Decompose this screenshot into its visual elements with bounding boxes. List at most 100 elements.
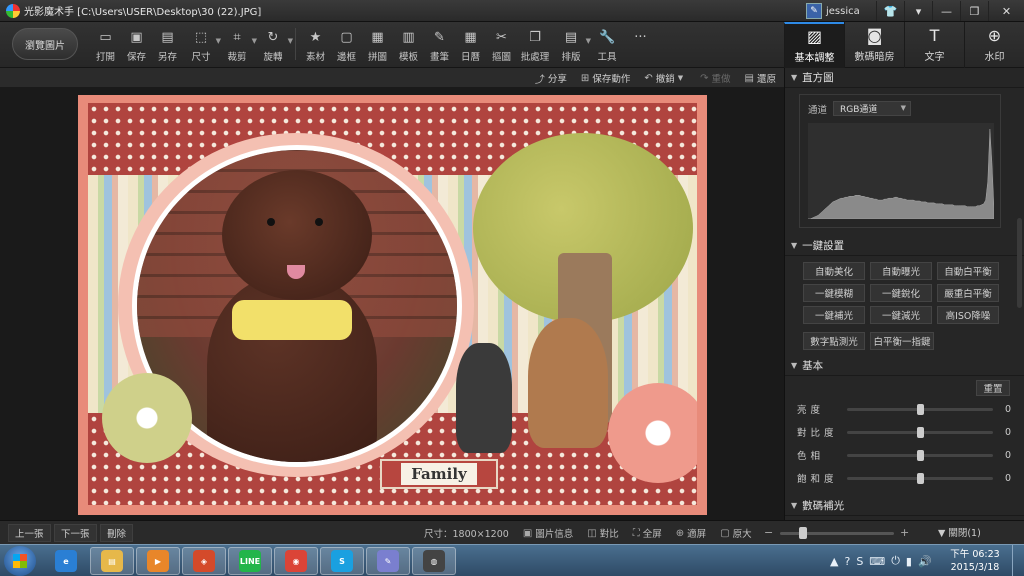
edited-photo[interactable]: Family <box>78 95 707 515</box>
high-iso-denoise-button[interactable]: 高ISO降噪 <box>937 306 999 324</box>
tool-tools[interactable]: 🔧 工具 <box>589 25 625 63</box>
menu-icon[interactable]: ▾ <box>904 1 932 21</box>
tab-watermark[interactable]: ⊕ 水印 <box>964 22 1024 68</box>
tool-save[interactable]: ▣ 保存 <box>121 25 152 63</box>
strong-white-balance-button[interactable]: 嚴重白平衡 <box>937 284 999 302</box>
one-click-sharpen-button[interactable]: 一鍵銳化 <box>870 284 932 302</box>
user-avatar[interactable]: ✎ <box>806 3 822 19</box>
channel-select[interactable]: RGB通道 ▼ <box>833 101 912 116</box>
zoom-slider[interactable] <box>780 532 894 535</box>
undo-button[interactable]: ↶ 撤銷 ▼ <box>644 71 686 86</box>
fullscreen-button[interactable]: ⛶ 全屏 <box>633 526 662 541</box>
keyboard-icon[interactable]: ⌨ <box>869 555 885 568</box>
redo-button[interactable]: ↷ 重做 <box>700 71 730 86</box>
tool-template[interactable]: ▥ 模板 <box>393 25 424 63</box>
fit-screen-button[interactable]: ⊕ 適屏 <box>676 526 706 541</box>
zoom-out-button[interactable]: − <box>764 526 773 539</box>
tab-digital-darkroom[interactable]: ◙ 數碼暗房 <box>844 22 904 68</box>
tool-cutout[interactable]: ✂ 摳圖 <box>486 25 517 63</box>
tool-more[interactable]: ··· <box>625 25 656 63</box>
volume-icon[interactable]: 🔊 <box>918 555 932 568</box>
tool-size[interactable]: ⬚ 尺寸 ▼ <box>183 25 221 63</box>
network-icon[interactable]: ▮ <box>906 555 912 568</box>
tool-rotate[interactable]: ↻ 旋轉 ▼ <box>255 25 293 63</box>
white-balance-picker-button[interactable]: 白平衡一指鍵 <box>870 332 934 350</box>
hue-slider[interactable] <box>847 449 993 461</box>
hue-knob[interactable] <box>917 449 924 461</box>
zoom-in-button[interactable]: + <box>900 526 909 539</box>
brightness-slider[interactable] <box>847 403 993 415</box>
tool-crop[interactable]: ⌗ 裁剪 ▼ <box>219 25 257 63</box>
tool-layout[interactable]: ▤ 排版 ▼ <box>553 25 591 63</box>
skype-tray-icon[interactable]: S <box>856 555 863 568</box>
taskbar-app-explorer[interactable]: ▤ <box>90 547 134 575</box>
app-logo-icon <box>6 3 20 18</box>
windows-taskbar: e ▤ ▶ ◈ LINE ◉ S ✎ ◍ ▲ ? S ⌨ ⏻ ▮ 🔊 下午 06:23 2015… <box>0 544 1024 576</box>
taskbar-app-skype[interactable]: S <box>320 547 364 575</box>
next-image-button[interactable]: 下一張 <box>54 524 97 542</box>
minimize-button[interactable]: — <box>932 1 960 21</box>
original-size-button[interactable]: ▢ 原大 <box>720 526 751 541</box>
poodle-vest <box>232 300 352 340</box>
system-clock[interactable]: 下午 06:23 2015/3/18 <box>944 548 1006 574</box>
start-button[interactable] <box>4 546 36 576</box>
one-click-blur-button[interactable]: 一鍵模糊 <box>803 284 865 302</box>
contrast-slider[interactable] <box>847 426 993 438</box>
tool-collage[interactable]: ▦ 拼圖 <box>362 25 393 63</box>
prev-image-button[interactable]: 上一張 <box>8 524 51 542</box>
one-click-fill-light-button[interactable]: 一鍵補光 <box>803 306 865 324</box>
tool-border[interactable]: ▢ 邊框 <box>331 25 362 63</box>
share-button[interactable]: ⤴ 分享 <box>535 71 567 86</box>
show-desktop-button[interactable] <box>1012 545 1024 576</box>
zoom-knob[interactable] <box>799 527 807 539</box>
one-click-header[interactable]: ▼ 一鍵設置 <box>785 236 1024 256</box>
spot-metering-button[interactable]: 數字點測光 <box>803 332 865 350</box>
windows-logo-icon <box>13 554 27 568</box>
histogram-header[interactable]: ▼ 直方圖 <box>785 68 1024 88</box>
save-action-button[interactable]: ⊞ 保存動作 <box>581 71 630 86</box>
user-name[interactable]: jessica <box>826 6 876 17</box>
taskbar-app-line[interactable]: LINE <box>228 547 272 575</box>
one-click-reduce-light-button[interactable]: 一鍵減光 <box>870 306 932 324</box>
taskbar-app-photo[interactable]: ◈ <box>182 547 226 575</box>
tool-batch[interactable]: ❐ 批處理 <box>517 25 553 63</box>
image-info-button[interactable]: ▣ 圖片信息 <box>523 526 573 541</box>
saturation-slider[interactable] <box>847 472 993 484</box>
restore-button[interactable]: ▤ 還原 <box>745 71 776 86</box>
help-icon[interactable]: ? <box>844 555 850 568</box>
maximize-button[interactable]: ❐ <box>960 1 988 21</box>
tab-basic-adjust[interactable]: ▨ 基本調整 <box>784 22 844 68</box>
rotate-dropdown-icon[interactable]: ▼ <box>288 37 293 45</box>
tab-text[interactable]: T 文字 <box>904 22 964 68</box>
auto-white-balance-button[interactable]: 自動白平衡 <box>937 262 999 280</box>
close-button[interactable]: ✕ <box>988 1 1024 21</box>
brightness-knob[interactable] <box>917 403 924 415</box>
saturation-knob[interactable] <box>917 472 924 484</box>
power-icon[interactable]: ⏻ <box>891 554 900 568</box>
tool-save-as[interactable]: ▤ 另存 <box>152 25 183 63</box>
undo-dropdown-icon[interactable]: ▼ <box>678 74 683 82</box>
show-hidden-icons-icon[interactable]: ▲ <box>830 555 838 568</box>
delete-button[interactable]: 刪除 <box>100 524 134 542</box>
browse-images-button[interactable]: 瀏覽圖片 <box>12 28 78 60</box>
close-image-button[interactable]: ▼ 關閉(1) <box>938 525 981 539</box>
auto-exposure-button[interactable]: 自動曝光 <box>870 262 932 280</box>
taskbar-app-paint[interactable]: ✎ <box>366 547 410 575</box>
compare-button[interactable]: ◫ 對比 <box>587 526 618 541</box>
basic-header[interactable]: ▼ 基本 <box>785 356 1024 376</box>
tool-open[interactable]: ▭ 打開 <box>90 25 121 63</box>
contrast-knob[interactable] <box>917 426 924 438</box>
tool-calendar[interactable]: ▦ 日曆 <box>455 25 486 63</box>
auto-beautify-button[interactable]: 自動美化 <box>803 262 865 280</box>
taskbar-app-neoimaging[interactable]: ◍ <box>412 547 456 575</box>
tool-material[interactable]: ★ 素材 <box>300 25 331 63</box>
fill-light-header[interactable]: ▼ 數碼補光 <box>785 496 1024 516</box>
tool-brush[interactable]: ✎ 畫筆 <box>424 25 455 63</box>
taskbar-app-ie[interactable]: e <box>44 547 88 575</box>
panel-scrollbar[interactable] <box>1017 218 1022 308</box>
taskbar-app-chrome[interactable]: ◉ <box>274 547 318 575</box>
image-canvas[interactable]: Family <box>0 88 784 520</box>
taskbar-app-media[interactable]: ▶ <box>136 547 180 575</box>
skin-icon[interactable]: 👕 <box>876 1 904 21</box>
reset-button[interactable]: 重置 <box>976 380 1010 396</box>
